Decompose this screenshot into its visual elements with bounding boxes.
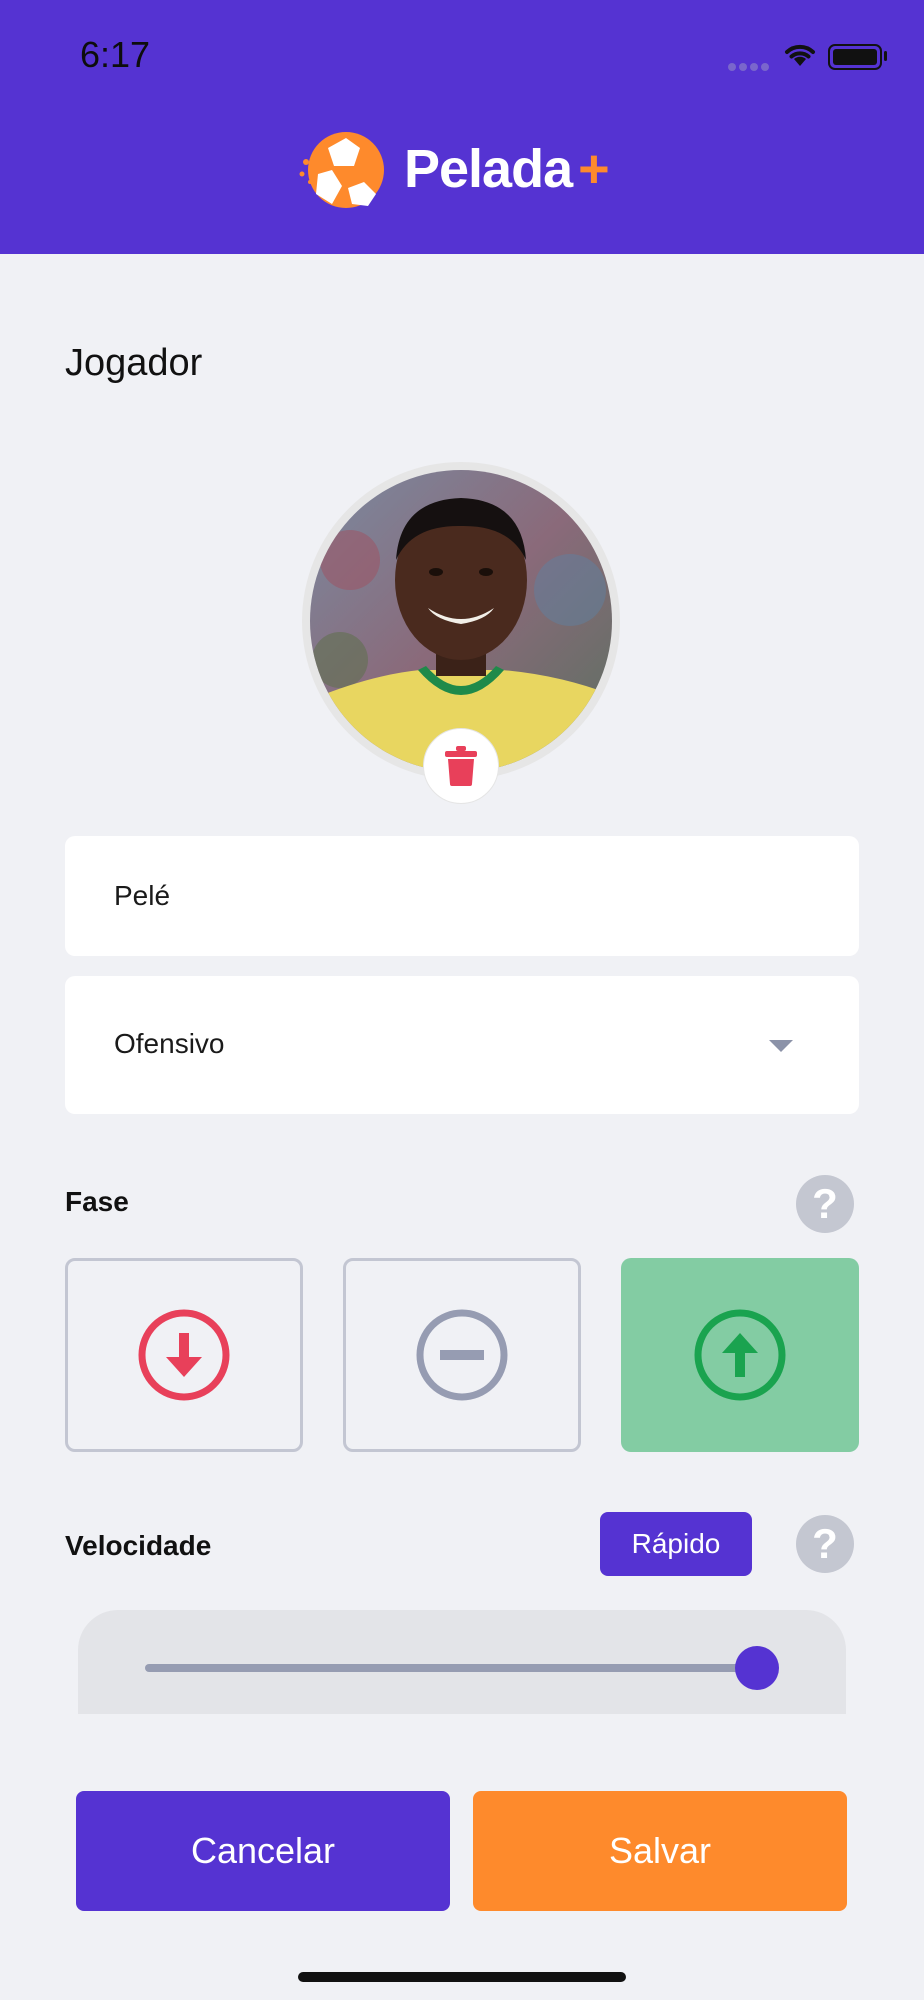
- speed-slider-thumb[interactable]: [735, 1646, 779, 1690]
- soccer-ball-icon: [299, 132, 384, 208]
- page-title: Jogador: [65, 342, 203, 384]
- player-name-value: Pelé: [114, 880, 171, 911]
- trash-icon: [445, 746, 477, 786]
- speed-help-icon[interactable]: ?: [796, 1515, 854, 1573]
- app-name-plus: +: [578, 139, 610, 199]
- cellular-signal-icon: [728, 58, 772, 71]
- player-name-field[interactable]: Pelé: [65, 836, 859, 956]
- app-header: 6:17 Pelada +: [0, 0, 924, 254]
- app-name: Pelada: [404, 139, 573, 199]
- minus-circle-icon: [416, 1309, 508, 1401]
- speed-value-badge: Rápido: [600, 1512, 752, 1576]
- save-button[interactable]: Salvar: [473, 1791, 847, 1911]
- arrow-down-circle-icon: [138, 1309, 230, 1401]
- arrow-up-circle-icon: [694, 1309, 786, 1401]
- delete-photo-button[interactable]: [423, 728, 499, 804]
- status-time: 6:17: [80, 34, 151, 75]
- player-photo: [310, 470, 612, 772]
- phase-label: Fase: [65, 1186, 129, 1217]
- battery-icon: [828, 44, 882, 70]
- phase-up-button[interactable]: [621, 1258, 859, 1452]
- phase-down-button[interactable]: [65, 1258, 303, 1452]
- chevron-down-icon: [769, 1040, 793, 1052]
- app-logo: Pelada +: [298, 128, 610, 210]
- speed-slider-container: [78, 1610, 846, 1714]
- position-value: Ofensivo: [114, 1028, 225, 1059]
- wifi-icon: [785, 44, 815, 66]
- speed-label: Velocidade: [65, 1530, 212, 1561]
- speed-slider-track[interactable]: [145, 1664, 757, 1672]
- phase-neutral-button[interactable]: [343, 1258, 581, 1452]
- phase-help-icon[interactable]: ?: [796, 1175, 854, 1233]
- home-indicator: [298, 1972, 626, 1982]
- position-select[interactable]: Ofensivo: [65, 976, 859, 1114]
- cancel-button[interactable]: Cancelar: [76, 1791, 450, 1911]
